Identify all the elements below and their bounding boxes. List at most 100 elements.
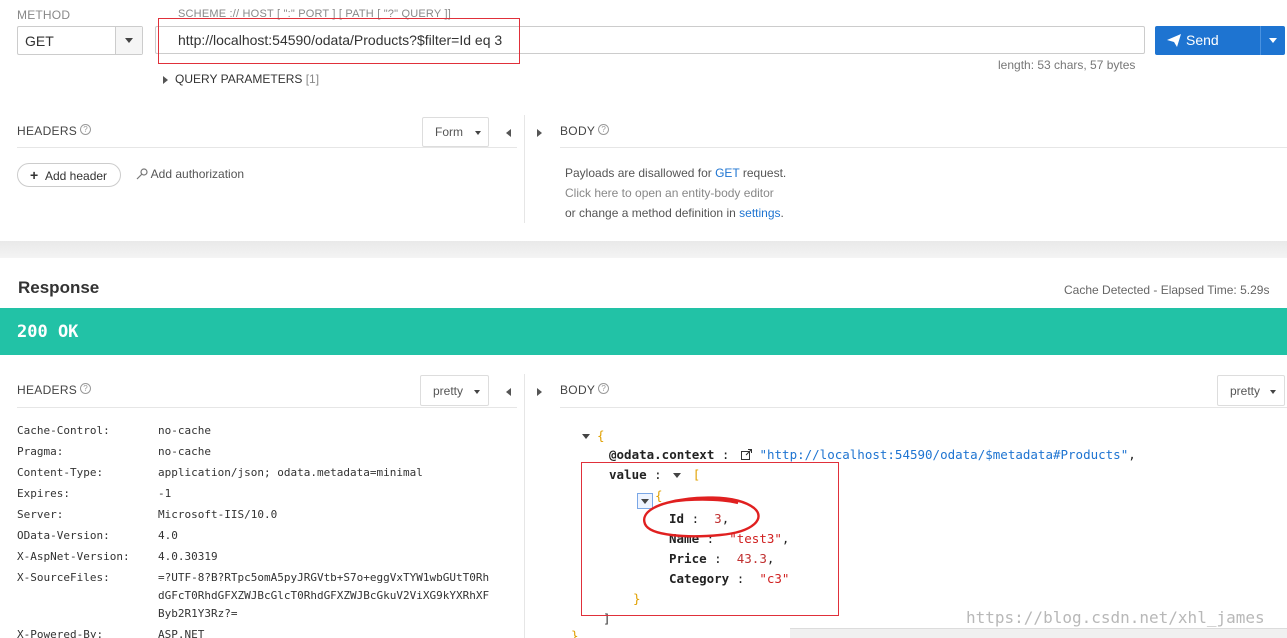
help-icon[interactable]: ? [80, 124, 92, 135]
response-body-title: BODY? [560, 383, 610, 397]
header-row: OData-Version: 4.0 [17, 529, 517, 550]
header-value: -1 [158, 487, 172, 500]
query-parameters-count: [1] [305, 72, 320, 86]
header-value: Microsoft-IIS/10.0 [158, 508, 278, 521]
header-row: Byb2R1Y3Rz?= [17, 607, 517, 628]
header-value: 4.0 [158, 529, 178, 542]
annotation-circle [642, 496, 760, 538]
cache-info: Cache Detected - Elapsed Time: 5.29s [1064, 283, 1270, 297]
chevron-right-icon [537, 129, 542, 137]
settings-link[interactable]: settings [739, 206, 780, 220]
chevron-down-icon [125, 38, 133, 43]
header-name: Content-Type: [17, 466, 104, 479]
collapse-root-icon[interactable] [582, 434, 590, 439]
key-icon [136, 168, 148, 180]
header-row: X-AspNet-Version: 4.0.30319 [17, 550, 517, 571]
response-collapse-left-button[interactable] [506, 385, 511, 399]
header-value: =?UTF-8?B?RTpc5omA5pyJRGVtb+S7o+eggVxTYW… [158, 571, 490, 584]
query-parameters-toggle[interactable]: QUERY PARAMETERS [1] [163, 72, 319, 86]
header-value: 4.0.30319 [158, 550, 218, 563]
json-context-link[interactable]: "http://localhost:54590/odata/$metadata#… [759, 447, 1128, 462]
status-bar: 200 OK [0, 308, 1287, 355]
paper-plane-icon [1167, 34, 1181, 47]
header-name: X-AspNet-Version: [17, 550, 130, 563]
chevron-down-icon [1270, 390, 1276, 394]
header-name: X-SourceFiles: [17, 571, 110, 584]
header-value: no-cache [158, 445, 211, 458]
header-name: Cache-Control: [17, 424, 110, 437]
send-label: Send [1186, 32, 1219, 48]
add-header-button[interactable]: + Add header [17, 163, 121, 187]
response-collapse-right-button[interactable] [537, 385, 542, 399]
request-headers-label: HEADERS [17, 124, 78, 138]
header-row: Content-Type: application/json; odata.met… [17, 466, 517, 487]
response-title: Response [18, 278, 100, 297]
header-value: ASP.NET [158, 628, 205, 638]
chevron-right-icon [163, 75, 168, 84]
header-name: OData-Version: [17, 529, 110, 542]
response-headers-list: Cache-Control: no-cache Pragma: no-cache Con… [17, 424, 517, 638]
method-dropdown-toggle[interactable] [115, 27, 142, 54]
send-button[interactable]: Send [1155, 26, 1285, 55]
help-icon[interactable]: ? [80, 383, 92, 394]
add-authorization-label: Add authorization [150, 167, 245, 181]
chevron-down-icon [475, 131, 481, 135]
header-value: Byb2R1Y3Rz?= [158, 607, 238, 620]
header-value: application/json; odata.metadata=minimal [158, 466, 423, 479]
response-body-mode-value: pretty [1230, 384, 1261, 398]
add-header-label: Add header [45, 169, 108, 183]
header-row: Server: Microsoft-IIS/10.0 [17, 508, 517, 529]
header-name: Server: [17, 508, 64, 521]
plus-icon: + [30, 167, 39, 183]
method-select[interactable]: GET [17, 26, 143, 55]
header-row: Expires: -1 [17, 487, 517, 508]
headers-mode-value: Form [435, 125, 463, 139]
chevron-right-icon [537, 388, 542, 396]
header-name: X-Powered-By: [17, 628, 104, 638]
response-headers-label: HEADERS [17, 383, 78, 397]
request-body-label: BODY [560, 124, 596, 138]
chevron-left-icon [506, 388, 511, 396]
header-row: Pragma: no-cache [17, 445, 517, 466]
url-length: length: 53 chars, 57 bytes [998, 58, 1136, 72]
help-icon[interactable]: ? [598, 124, 610, 135]
payload-note-line1: Payloads are disallowed for GET request. [565, 166, 787, 180]
header-row: dGFcT0RhdGFXZWJBcGlcT0RhdGFXZWJBcGkuV2Vi… [17, 589, 517, 607]
response-headers-mode-dropdown[interactable]: pretty [420, 375, 489, 406]
collapse-left-button[interactable] [506, 126, 511, 140]
response-headers-mode-value: pretty [433, 384, 464, 398]
json-context-line: @odata.context : "http://localhost:54590… [609, 447, 1136, 462]
response-headers-title: HEADERS? [17, 383, 92, 397]
external-link-icon[interactable] [740, 449, 752, 460]
bottom-overlay [790, 628, 1287, 638]
payload-note-line3: or change a method definition in setting… [565, 206, 784, 220]
request-body-title: BODY? [560, 124, 610, 138]
header-name: Pragma: [17, 445, 64, 458]
json-key: @odata.context [609, 447, 715, 462]
annotation-highlight-url [158, 18, 520, 64]
watermark: https://blog.csdn.net/xhl_james [966, 608, 1265, 627]
section-divider [0, 241, 1287, 258]
chevron-left-icon [506, 129, 511, 137]
status-code: 200 OK [17, 322, 79, 342]
add-authorization-link[interactable]: Add authorization [136, 167, 244, 181]
request-headers-title: HEADERS? [17, 124, 92, 138]
response-body-label: BODY [560, 383, 596, 397]
header-value: dGFcT0RhdGFXZWJBcGlcT0RhdGFXZWJBcGkuV2Vi… [158, 589, 490, 602]
query-parameters-label: QUERY PARAMETERS [175, 72, 303, 86]
header-value: no-cache [158, 424, 211, 437]
header-row: Cache-Control: no-cache [17, 424, 517, 445]
json-open-brace: { [597, 428, 605, 443]
header-row: X-Powered-By: ASP.NET [17, 628, 517, 638]
method-label: METHOD [17, 8, 71, 22]
collapse-right-button[interactable] [537, 126, 542, 140]
method-value: GET [25, 33, 54, 49]
method-link[interactable]: GET [715, 166, 739, 180]
response-body-mode-dropdown[interactable]: pretty [1217, 375, 1285, 406]
entity-body-editor-link[interactable]: Click here to open an entity-body editor [565, 186, 774, 200]
json-close-brace: } [571, 628, 579, 638]
help-icon[interactable]: ? [598, 383, 610, 394]
chevron-down-icon [474, 390, 480, 394]
headers-mode-dropdown[interactable]: Form [422, 117, 489, 147]
send-options-chevron-icon[interactable] [1269, 38, 1277, 43]
